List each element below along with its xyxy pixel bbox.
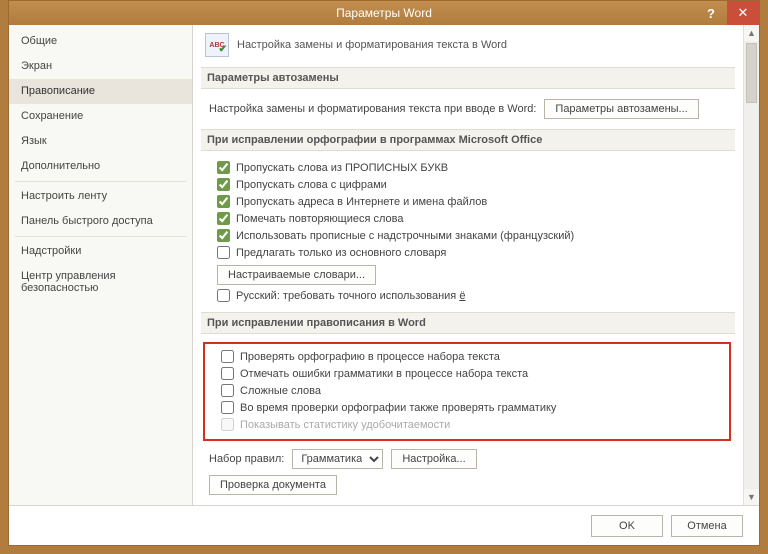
proofing-icon: ABC✔ xyxy=(205,33,229,57)
sidebar-item-trust-center[interactable]: Центр управления безопасностью xyxy=(9,264,192,301)
lbl-compound-words: Сложные слова xyxy=(240,385,321,397)
chk-uppercase-words[interactable] xyxy=(217,161,230,174)
lbl-internet-files: Пропускать адреса в Интернете и имена фа… xyxy=(236,196,487,208)
highlighted-group: Проверять орфографию в процессе набора т… xyxy=(203,342,731,441)
sidebar-item-save[interactable]: Сохранение xyxy=(9,104,192,129)
section-office-header: При исправлении орфографии в программах … xyxy=(201,129,735,151)
scroll-up-button[interactable]: ▲ xyxy=(744,25,759,41)
chk-readability xyxy=(221,418,234,431)
scroll-down-button[interactable]: ▼ xyxy=(744,489,759,505)
sidebar-item-quick-access[interactable]: Панель быстрого доступа xyxy=(9,209,192,234)
lbl-repeated-words: Помечать повторяющиеся слова xyxy=(236,213,404,225)
dialog-body: Общие Экран Правописание Сохранение Язык… xyxy=(9,25,759,505)
ok-button[interactable]: OK xyxy=(591,515,663,537)
lbl-french-accents: Использовать прописные с надстрочными зн… xyxy=(236,230,574,242)
sidebar-item-display[interactable]: Экран xyxy=(9,54,192,79)
chk-repeated-words[interactable] xyxy=(217,212,230,225)
section-autocorrect-header: Параметры автозамены xyxy=(201,67,735,89)
dialog-footer: OK Отмена xyxy=(9,505,759,545)
sidebar-item-proofing[interactable]: Правописание xyxy=(9,79,192,104)
custom-dictionaries-button[interactable]: Настраиваемые словари... xyxy=(217,265,376,285)
sidebar-item-addins[interactable]: Надстройки xyxy=(9,239,192,264)
chk-spell-as-type[interactable] xyxy=(221,350,234,363)
chk-words-numbers[interactable] xyxy=(217,178,230,191)
options-dialog: Параметры Word ? ✕ Общие Экран Правописа… xyxy=(8,0,760,546)
chk-main-dictionary[interactable] xyxy=(217,246,230,259)
options-scrollpane: ABC✔ Настройка замены и форматирования т… xyxy=(193,25,743,505)
autocorrect-label: Настройка замены и форматирования текста… xyxy=(209,103,536,115)
lbl-readability: Показывать статистику удобочитаемости xyxy=(240,419,450,431)
chk-grammar-as-type[interactable] xyxy=(221,367,234,380)
sidebar-item-customize-ribbon[interactable]: Настроить ленту xyxy=(9,184,192,209)
autocorrect-row: Настройка замены и форматирования текста… xyxy=(205,97,731,121)
window-controls: ? ✕ xyxy=(695,1,759,25)
recheck-document-button[interactable]: Проверка документа xyxy=(209,475,337,495)
lbl-spell-as-type: Проверять орфографию в процессе набора т… xyxy=(240,351,500,363)
help-button[interactable]: ? xyxy=(695,1,727,25)
category-sidebar: Общие Экран Правописание Сохранение Язык… xyxy=(9,25,193,505)
main-panel: ABC✔ Настройка замены и форматирования т… xyxy=(193,25,759,505)
lbl-main-dictionary: Предлагать только из основного словаря xyxy=(236,247,446,259)
sidebar-item-general[interactable]: Общие xyxy=(9,29,192,54)
autocorrect-options-button[interactable]: Параметры автозамены... xyxy=(544,99,698,119)
lbl-grammar-as-type: Отмечать ошибки грамматики в процессе на… xyxy=(240,368,528,380)
vertical-scrollbar[interactable]: ▲ ▼ xyxy=(743,25,759,505)
window-title: Параметры Word xyxy=(9,6,759,20)
lbl-uppercase-words: Пропускать слова из ПРОПИСНЫХ БУКВ xyxy=(236,162,448,174)
lbl-russian-yo: Русский: требовать точного использования… xyxy=(236,290,465,302)
ruleset-combo[interactable]: Грамматика xyxy=(292,449,383,469)
titlebar: Параметры Word ? ✕ xyxy=(9,1,759,25)
section-word-header: При исправлении правописания в Word xyxy=(201,312,735,334)
page-header: ABC✔ Настройка замены и форматирования т… xyxy=(205,33,731,57)
sidebar-item-language[interactable]: Язык xyxy=(9,129,192,154)
ruleset-label: Набор правил: xyxy=(209,453,284,465)
lbl-grammar-with-spell: Во время проверки орфографии также прове… xyxy=(240,402,556,414)
close-button[interactable]: ✕ xyxy=(727,1,759,25)
chk-grammar-with-spell[interactable] xyxy=(221,401,234,414)
lbl-words-numbers: Пропускать слова с цифрами xyxy=(236,179,387,191)
page-subtitle: Настройка замены и форматирования текста… xyxy=(237,39,507,51)
chk-compound-words[interactable] xyxy=(221,384,234,397)
chk-internet-files[interactable] xyxy=(217,195,230,208)
sidebar-item-advanced[interactable]: Дополнительно xyxy=(9,154,192,179)
scroll-thumb[interactable] xyxy=(746,43,757,103)
chk-russian-yo[interactable] xyxy=(217,289,230,302)
ruleset-settings-button[interactable]: Настройка... xyxy=(391,449,476,469)
cancel-button[interactable]: Отмена xyxy=(671,515,743,537)
chk-french-accents[interactable] xyxy=(217,229,230,242)
